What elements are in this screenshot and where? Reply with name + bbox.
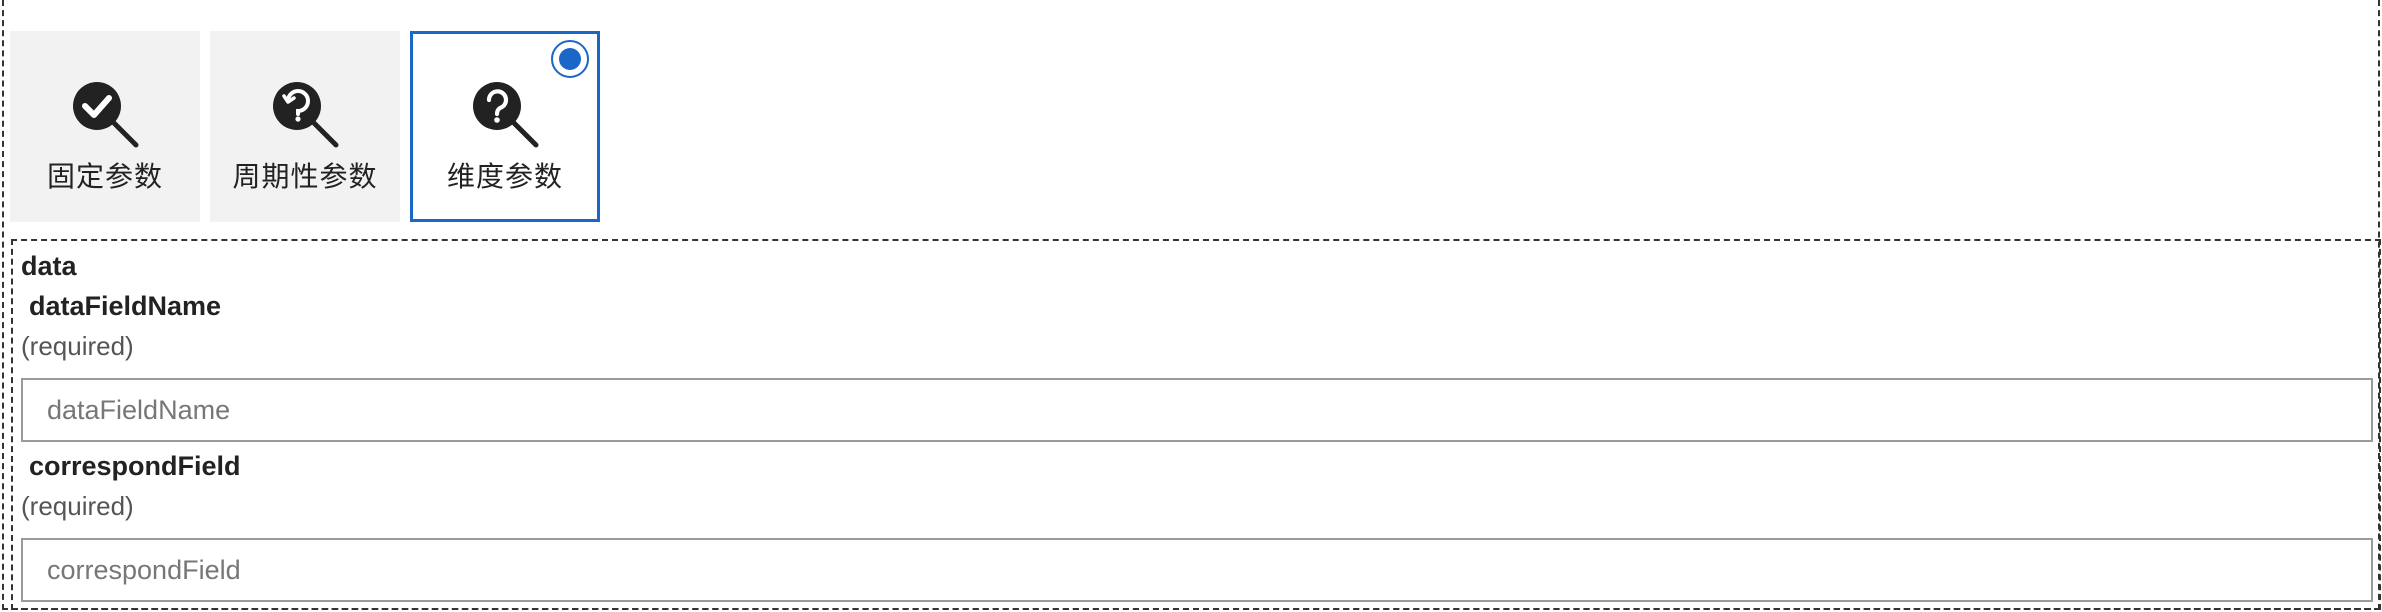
field-label-correspondfield: correspondField — [29, 451, 241, 481]
datafieldname-input[interactable] — [21, 378, 2373, 442]
correspondfield-input[interactable] — [21, 538, 2373, 602]
param-type-card-periodic[interactable]: 周期性参数 — [210, 31, 400, 222]
section-title: data — [21, 251, 77, 281]
data-form-panel: data dataFieldName (required) correspond… — [11, 239, 2381, 610]
radio-dot — [559, 48, 581, 70]
param-type-label: 周期性参数 — [232, 161, 378, 192]
search-check-icon — [73, 82, 139, 148]
param-type-card-fixed[interactable]: 固定参数 — [10, 31, 200, 222]
param-type-selector: 固定参数 周期性参数 维度参数 — [10, 31, 600, 222]
required-hint: (required) — [21, 331, 134, 361]
param-type-card-dimension[interactable]: 维度参数 — [410, 31, 600, 222]
param-type-label: 固定参数 — [46, 161, 163, 192]
selected-radio[interactable] — [551, 40, 589, 78]
search-refresh-icon — [273, 82, 339, 148]
required-hint: (required) — [21, 491, 134, 521]
field-label-datafieldname: dataFieldName — [29, 291, 222, 321]
search-question-icon — [473, 82, 539, 148]
param-type-label: 维度参数 — [446, 161, 563, 192]
